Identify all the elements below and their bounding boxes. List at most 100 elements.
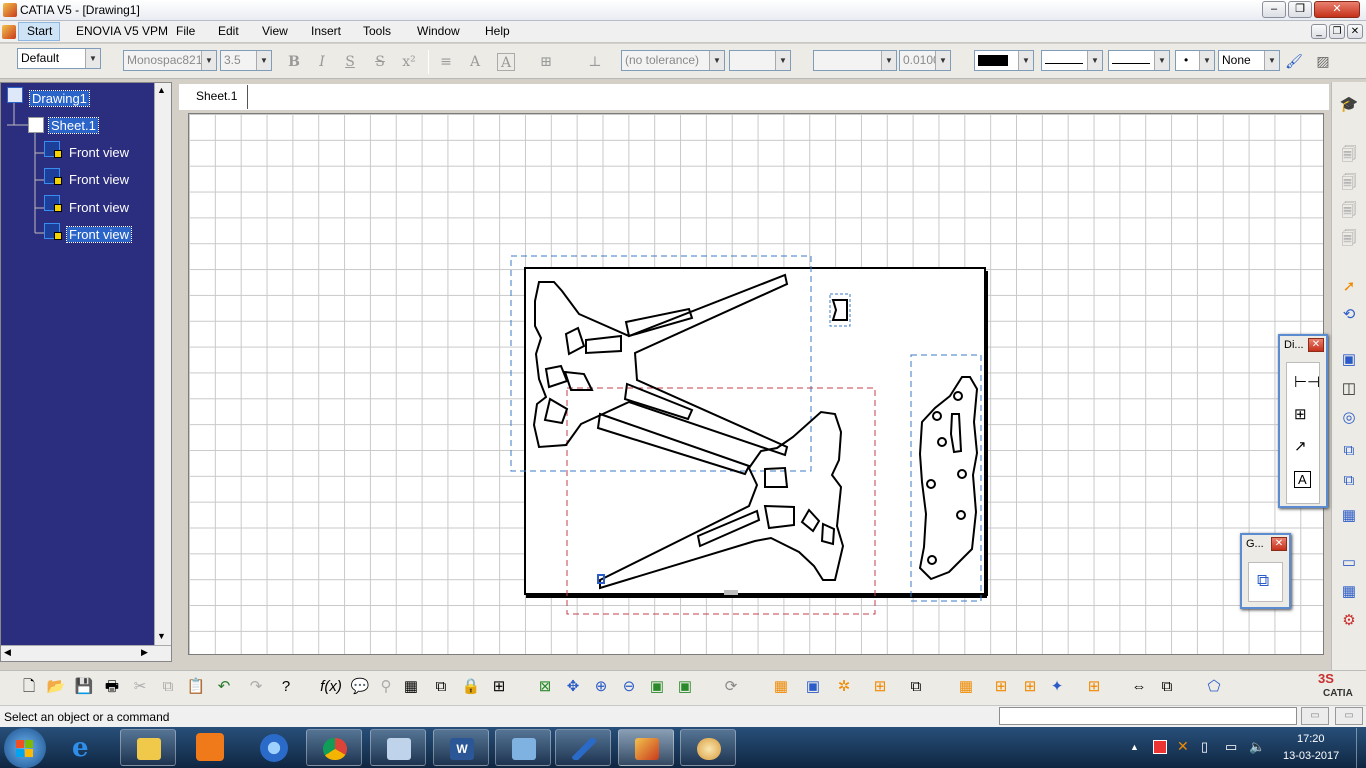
command-clear-button[interactable]: ▭ — [1335, 707, 1363, 725]
tree-item-drawing1[interactable]: Drawing1 — [29, 90, 90, 107]
dimension-system-icon[interactable]: ⊞ — [869, 676, 891, 698]
restore-button[interactable]: ❐ — [1288, 1, 1312, 18]
chevron-down-icon[interactable]: ▼ — [775, 51, 790, 70]
new-sheet-icon[interactable]: 🗐 — [1338, 144, 1360, 166]
pattern-combo[interactable]: None ▼ — [1218, 50, 1280, 71]
show-hidden-icons-icon[interactable]: ▲ — [1130, 742, 1139, 752]
drawing-geometry[interactable] — [189, 114, 1323, 654]
media-player-icon[interactable] — [196, 733, 224, 761]
chevron-down-icon[interactable]: ▼ — [1018, 51, 1033, 70]
workbench-icon[interactable]: 🎓 — [1338, 94, 1360, 116]
analysis-icon[interactable]: ▣ — [802, 676, 824, 698]
clipping-view-icon[interactable]: ⧉ — [1338, 440, 1360, 462]
whats-this-icon[interactable]: ? — [275, 676, 297, 698]
action-center-icon[interactable] — [1153, 740, 1167, 754]
new-icon[interactable]: 🗋 — [18, 676, 40, 698]
scroll-left-icon[interactable]: ◀ — [4, 647, 11, 658]
volume-icon[interactable]: 🔈 — [1249, 739, 1265, 755]
scroll-down-icon[interactable]: ▼ — [157, 631, 166, 641]
numerical-display-combo[interactable]: ▼ — [813, 50, 897, 71]
drawing-canvas[interactable] — [188, 113, 1324, 655]
command-input[interactable] — [999, 707, 1297, 725]
menu-file[interactable]: File — [176, 24, 195, 38]
sketcher-grid-icon[interactable]: ▦ — [770, 676, 792, 698]
grid-icon[interactable]: ▦ — [1338, 581, 1360, 603]
view-icon[interactable] — [44, 141, 62, 158]
hierarchy-icon[interactable]: ⧉ — [430, 676, 452, 698]
update-current-sheet-icon[interactable]: ⧉ — [1156, 676, 1178, 698]
align-icon[interactable]: ≡ — [437, 53, 455, 71]
windows-start-button[interactable] — [4, 728, 46, 768]
taskbar-paint[interactable] — [680, 729, 736, 766]
chevron-down-icon[interactable]: ▼ — [256, 51, 271, 70]
chevron-down-icon[interactable]: ▼ — [201, 51, 216, 70]
swap-view-icon[interactable]: ▣ — [674, 676, 696, 698]
internet-explorer-icon[interactable]: e — [72, 733, 89, 763]
formula-icon[interactable]: f(x) — [320, 676, 342, 698]
doc-minimize-button[interactable]: _ — [1311, 24, 1327, 39]
chromium-icon[interactable] — [260, 734, 288, 762]
chevron-down-icon[interactable]: ▼ — [881, 51, 896, 70]
taskbar-catia[interactable] — [618, 729, 674, 766]
clock-time[interactable]: 17:20 — [1297, 733, 1325, 745]
redo-icon[interactable]: ↷ — [245, 676, 267, 698]
snap-icon[interactable]: ✲ — [833, 676, 855, 698]
link-icon[interactable]: ⚲ — [375, 676, 397, 698]
dimension-icon[interactable]: ⊢⊣ — [1294, 373, 1320, 391]
command-history-button[interactable]: ▭ — [1301, 707, 1329, 725]
close-button[interactable]: ✕ — [1314, 1, 1360, 18]
position-icon[interactable]: ⊞ — [1083, 676, 1105, 698]
italic-icon[interactable]: I — [313, 53, 331, 71]
font-name-combo[interactable]: Monospac821 ▼ — [123, 50, 217, 71]
chevron-down-icon[interactable]: ▼ — [1154, 51, 1169, 70]
break-view-icon[interactable]: ⧉ — [1338, 470, 1360, 492]
paste-icon[interactable]: 📋 — [185, 676, 207, 698]
menu-tools[interactable]: Tools — [363, 24, 391, 38]
tab-sheet1[interactable]: Sheet.1 — [186, 85, 248, 109]
table-icon[interactable]: ▦ — [400, 676, 422, 698]
doc-close-button[interactable]: ✕ — [1347, 24, 1363, 39]
superscript-icon[interactable]: x² — [400, 53, 418, 71]
line-type-combo[interactable]: ▼ — [1108, 50, 1170, 71]
save-icon[interactable]: 💾 — [73, 676, 95, 698]
menu-view[interactable]: View — [262, 24, 288, 38]
sheet-icon[interactable] — [28, 117, 44, 133]
minimize-button[interactable]: – — [1262, 1, 1286, 18]
align-views-icon[interactable]: ⇔ — [1128, 676, 1150, 698]
detail-view-icon[interactable]: ◎ — [1338, 407, 1360, 429]
leader-icon[interactable]: ↗ — [1294, 437, 1307, 455]
menu-start[interactable]: Start — [27, 24, 52, 38]
grid-display-icon[interactable]: ▦ — [955, 676, 977, 698]
tree-vertical-scrollbar[interactable]: ▲ ▼ — [154, 83, 171, 645]
menu-insert[interactable]: Insert — [311, 24, 341, 38]
text-box-icon[interactable]: A — [497, 53, 515, 71]
dimensioning-toolbar[interactable]: Di... ✕ ⊢⊣ ⊞ ↗ A — [1278, 334, 1328, 508]
zoom-in-icon[interactable]: ⊕ — [590, 676, 612, 698]
anchor-point-icon[interactable]: ⊞ — [537, 53, 555, 71]
eraser-icon[interactable]: ⬠ — [1203, 676, 1225, 698]
chevron-down-icon[interactable]: ▼ — [935, 51, 950, 70]
tree-item-front-view-4[interactable]: Front view — [66, 226, 132, 243]
open-icon[interactable]: 📂 — [45, 676, 67, 698]
taskbar-remote-desktop[interactable] — [370, 729, 426, 766]
underline-icon[interactable]: S — [341, 53, 359, 71]
menu-help[interactable]: Help — [485, 24, 510, 38]
close-icon[interactable]: ✕ — [1308, 338, 1324, 352]
doc-restore-button[interactable]: ❐ — [1329, 24, 1345, 39]
line-thickness-combo[interactable]: ▼ — [1041, 50, 1103, 71]
geometry-toolbar[interactable]: G... ✕ ⧉ — [1240, 533, 1291, 609]
text-annotation-icon[interactable]: A — [1294, 471, 1311, 488]
menu-edit[interactable]: Edit — [218, 24, 239, 38]
chevron-down-icon[interactable]: ▼ — [709, 51, 724, 70]
display-icon[interactable]: ⧉ — [905, 676, 927, 698]
scroll-right-icon[interactable]: ▶ — [141, 647, 148, 658]
hatch-icon[interactable]: ▨ — [1314, 53, 1332, 71]
chevron-down-icon[interactable]: ▼ — [1199, 51, 1214, 70]
taskbar-word[interactable]: W — [433, 729, 489, 766]
update-icon[interactable]: 🗐 — [1338, 228, 1360, 250]
front-view-icon[interactable]: ▣ — [1338, 349, 1360, 371]
precision-combo[interactable]: 0.0100 ▼ — [899, 50, 951, 71]
scroll-up-icon[interactable]: ▲ — [157, 85, 166, 95]
tolerance-value-combo[interactable]: ▼ — [729, 50, 791, 71]
catia-app-icon[interactable] — [3, 3, 17, 17]
